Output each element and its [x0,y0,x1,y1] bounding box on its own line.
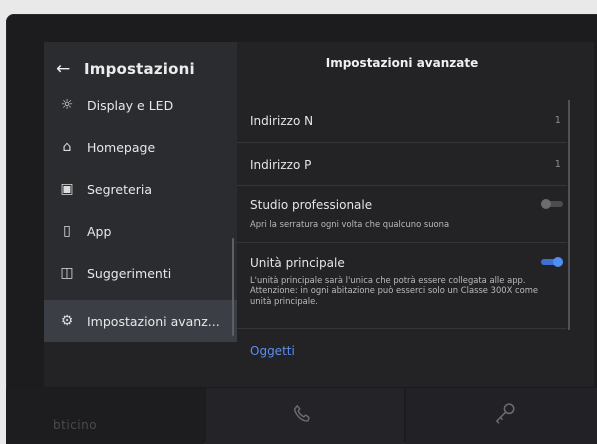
sidebar-item-homepage[interactable]: ⌂ Homepage [44,130,237,164]
setting-label: Unità principale [250,256,345,270]
sidebar-item-app[interactable]: ▯ App [44,214,237,248]
sidebar-scrollbar[interactable] [232,238,234,336]
setting-description: Apri la serratura ogni volta che qualcun… [250,219,450,229]
arrow-left-icon[interactable]: ← [56,59,84,79]
setting-row-indirizzo-p[interactable]: Indirizzo P 1 [237,143,567,186]
sidebar-item-suggerimenti[interactable]: ◫ Suggerimenti [44,256,237,290]
setting-row-indirizzo-n[interactable]: Indirizzo N 1 [237,100,567,143]
key-icon [495,403,515,424]
voicemail-icon: ▣ [60,181,74,197]
toggle-knob [553,257,563,267]
phone-icon: ▯ [63,223,71,239]
toggle-knob [541,199,551,209]
sidebar-item-display[interactable]: ☼ Display e LED [44,88,237,122]
intercom-device: ← Impostazioni ☼ Display e LED ⌂ Homepag… [6,14,597,444]
sidebar-item-label: Homepage [87,139,156,155]
setting-row-studio-professionale: Studio professionale Apri la serratura o… [237,186,567,243]
brand-area: bticino [6,388,204,444]
setting-row-unita-principale: Unità principale L'unità principale sarà… [237,243,567,329]
sidebar-item-label: Segreteria [87,181,152,197]
bottom-bar: bticino [6,388,597,444]
page-title: Impostazioni avanzate [325,56,479,70]
oggetti-link[interactable]: Oggetti [250,344,295,358]
sidebar-title: Impostazioni [84,60,195,78]
phone-handset-icon [293,405,310,422]
settings-panel: Impostazioni avanzate Indirizzo N 1 Indi… [237,42,594,387]
setting-label: Indirizzo P [250,158,312,172]
sidebar-item-label: Suggerimenti [87,265,172,281]
setting-description: L'unità principale sarà l'unica che potr… [250,275,539,306]
toggle-unita-principale[interactable] [541,257,563,267]
setting-value: 1 [554,159,561,170]
setting-label: Studio professionale [250,198,373,212]
setting-value: 1 [554,115,561,126]
sidebar-item-segreteria[interactable]: ▣ Segreteria [44,172,237,206]
sidebar-item-impostazioni-avanzate[interactable]: ⚙ Impostazioni avanz... [44,300,237,342]
feedback-icon: ◫ [60,265,74,281]
answer-call-button[interactable] [206,388,404,444]
settings-icon: ⚙ [60,313,74,329]
toggle-studio-professionale[interactable] [541,199,563,209]
sidebar-item-label: App [87,223,112,239]
door-lock-button[interactable] [406,388,597,444]
sun-icon: ☼ [60,97,74,113]
panel-scrollbar[interactable] [568,100,570,330]
sidebar-item-label: Impostazioni avanz... [87,313,220,329]
setting-label: Indirizzo N [250,114,314,128]
home-icon: ⌂ [62,139,72,155]
screen: ← Impostazioni ☼ Display e LED ⌂ Homepag… [44,42,594,387]
sidebar-item-label: Display e LED [87,97,174,113]
brand-logo: bticino [53,418,98,432]
sidebar: ← Impostazioni ☼ Display e LED ⌂ Homepag… [44,42,237,342]
sidebar-header: ← Impostazioni [56,54,236,84]
